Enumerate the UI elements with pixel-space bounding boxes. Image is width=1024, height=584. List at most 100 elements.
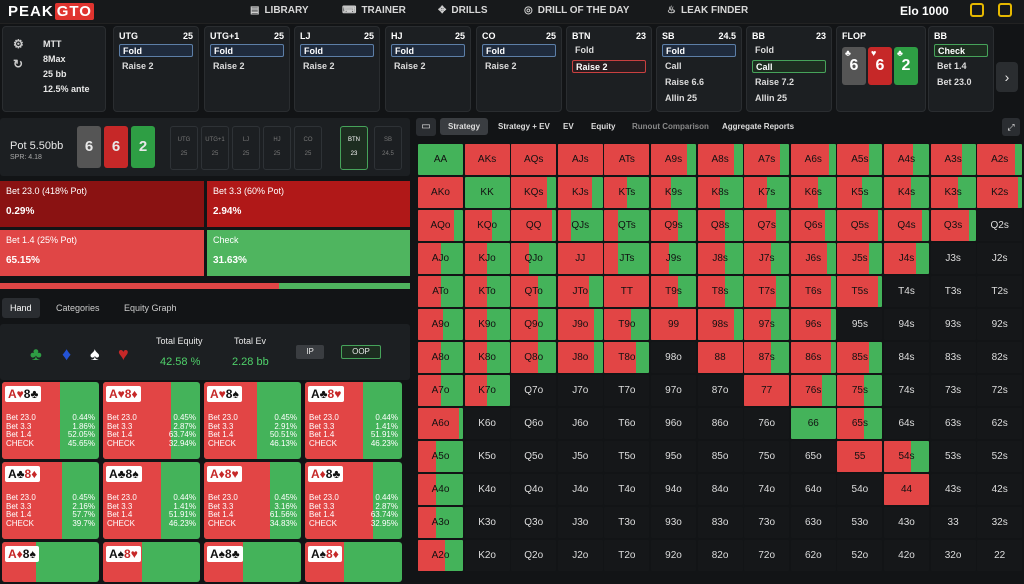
grid-cell[interactable]: A8s [697, 144, 743, 175]
grid-cell[interactable]: T2s [977, 276, 1023, 307]
grid-cell[interactable]: K5s [837, 177, 883, 208]
grid-cell[interactable]: K8o [464, 342, 510, 373]
grid-cell[interactable]: 66 [790, 408, 836, 439]
grid-cell[interactable]: Q3o [511, 507, 557, 538]
grid-cell[interactable]: 54s [884, 441, 929, 472]
diamond-filter-icon[interactable]: ♦ [62, 344, 71, 365]
grid-cell[interactable]: 87s [744, 342, 790, 373]
grid-cell[interactable]: KQo [464, 210, 510, 241]
grid-cell[interactable]: 72s [977, 375, 1023, 406]
grid-cell[interactable]: Q9s [651, 210, 696, 241]
grid-cell[interactable]: 95o [651, 441, 696, 472]
grid-cell[interactable]: 94s [884, 309, 929, 340]
grid-cell[interactable]: J9s [651, 243, 696, 274]
grid-cell[interactable]: AQs [511, 144, 557, 175]
grid-cell[interactable]: K9o [464, 309, 510, 340]
position-option[interactable]: Raise 2 [210, 60, 284, 73]
grid-cell[interactable]: A5o [418, 441, 463, 472]
tab-hand[interactable]: Hand [2, 298, 40, 318]
position-option[interactable]: Fold [572, 44, 646, 57]
position-card-sb[interactable]: SB 24.5 Fold Call Raise 6.6 Allin 25 [656, 26, 742, 112]
grid-cell[interactable]: Q2o [511, 540, 557, 571]
grid-cell[interactable]: 22 [977, 540, 1023, 571]
grid-cell[interactable]: 43s [930, 474, 976, 505]
grid-cell[interactable]: 52s [977, 441, 1023, 472]
grid-cell[interactable]: Q4o [511, 474, 557, 505]
grid-cell[interactable]: KK [464, 177, 510, 208]
grid-cell[interactable]: 65o [790, 441, 836, 472]
grid-cell[interactable]: 74o [744, 474, 790, 505]
position-option[interactable]: Raise 2 [482, 60, 556, 73]
grid-cell[interactable]: K2s [977, 177, 1023, 208]
grid-cell[interactable]: 93s [930, 309, 976, 340]
grid-cell[interactable]: 85o [697, 441, 743, 472]
grid-cell[interactable]: T6o [604, 408, 650, 439]
grid-cell[interactable]: J4o [557, 474, 603, 505]
grid-tab[interactable]: Strategy + EV [498, 122, 550, 131]
hand-combo[interactable]: A♦8♠ [2, 542, 99, 582]
grid-cell[interactable]: 86o [697, 408, 743, 439]
bb-node-bet-small[interactable]: Bet 1.4 [934, 60, 988, 73]
ip-button[interactable]: IP [296, 345, 324, 359]
position-option[interactable]: Fold [300, 44, 374, 57]
grid-cell[interactable]: 98o [651, 342, 696, 373]
grid-cell[interactable]: JTs [604, 243, 650, 274]
hand-combo[interactable]: A♠8♥ [103, 542, 200, 582]
heart-filter-icon[interactable]: ♥ [118, 344, 129, 365]
fullscreen-icon[interactable]: ⤢ [1002, 118, 1020, 136]
action-bet-3-3[interactable]: Bet 3.3 (60% Pot) 2.94% [207, 181, 410, 227]
grid-cell[interactable]: KTs [604, 177, 650, 208]
grid-cell[interactable]: 43o [884, 507, 929, 538]
grid-cell[interactable]: Q2s [977, 210, 1023, 241]
grid-cell[interactable]: QJo [511, 243, 557, 274]
position-option[interactable]: Call [752, 60, 826, 73]
grid-cell[interactable]: AJs [557, 144, 603, 175]
grid-cell[interactable]: T4s [884, 276, 929, 307]
nav-library[interactable]: ▤ LIBRARY [250, 5, 309, 16]
grid-cell[interactable]: T3s [930, 276, 976, 307]
grid-cell[interactable]: 97o [651, 375, 696, 406]
grid-cell[interactable]: A7o [418, 375, 463, 406]
grid-cell[interactable]: KJo [464, 243, 510, 274]
grid-cell[interactable]: QTs [604, 210, 650, 241]
grid-cell[interactable]: ATs [604, 144, 650, 175]
mini-position[interactable]: SB 24.5 [374, 126, 402, 170]
grid-cell[interactable]: 73o [744, 507, 790, 538]
grid-cell[interactable]: K3o [464, 507, 510, 538]
grid-cell[interactable]: K9s [651, 177, 696, 208]
grid-cell[interactable]: 92s [977, 309, 1023, 340]
position-option[interactable]: Allin 25 [752, 92, 826, 105]
grid-cell[interactable]: 88 [697, 342, 743, 373]
grid-cell[interactable]: T8s [697, 276, 743, 307]
grid-cell[interactable]: 73s [930, 375, 976, 406]
grid-cell[interactable]: ATo [418, 276, 463, 307]
grid-cell[interactable]: 44 [884, 474, 929, 505]
hand-combo[interactable]: A♠8♦ [305, 542, 402, 582]
grid-cell[interactable]: K8s [697, 177, 743, 208]
grid-cell[interactable]: 97s [744, 309, 790, 340]
position-card-lj[interactable]: LJ 25 Fold Raise 2 [294, 26, 380, 112]
grid-cell[interactable]: AJo [418, 243, 463, 274]
position-option[interactable]: Raise 2 [119, 60, 193, 73]
grid-cell[interactable]: J5o [557, 441, 603, 472]
grid-cell[interactable]: 94o [651, 474, 696, 505]
refresh-icon[interactable]: ↻ [13, 57, 23, 71]
comment-icon[interactable] [970, 3, 984, 17]
position-option[interactable]: Fold [662, 44, 736, 57]
grid-cell[interactable]: A3s [930, 144, 976, 175]
grid-cell[interactable]: K2o [464, 540, 510, 571]
grid-cell[interactable]: 53s [930, 441, 976, 472]
grid-cell[interactable]: T9s [651, 276, 696, 307]
spade-filter-icon[interactable]: ♠ [90, 344, 100, 365]
grid-cell[interactable]: 82o [697, 540, 743, 571]
grid-cell[interactable]: K6s [790, 177, 836, 208]
tab-equity-graph[interactable]: Equity Graph [116, 298, 185, 318]
hand-combo[interactable]: A♣8♦ Bet 23.0 0.45% Bet 3.3 2.16% Bet 1.4 57.7… [2, 462, 99, 539]
grid-cell[interactable]: AQo [418, 210, 463, 241]
hand-combo[interactable]: A♥8♦ Bet 23.0 0.45% Bet 3.3 2.87% Bet 1.4 63.7… [103, 382, 200, 459]
grid-cell[interactable]: J2s [977, 243, 1023, 274]
grid-cell[interactable]: 86s [790, 342, 836, 373]
grid-cell[interactable]: 92o [651, 540, 696, 571]
position-card-utg[interactable]: UTG 25 Fold Raise 2 [113, 26, 199, 112]
position-option[interactable]: Fold [752, 44, 826, 57]
